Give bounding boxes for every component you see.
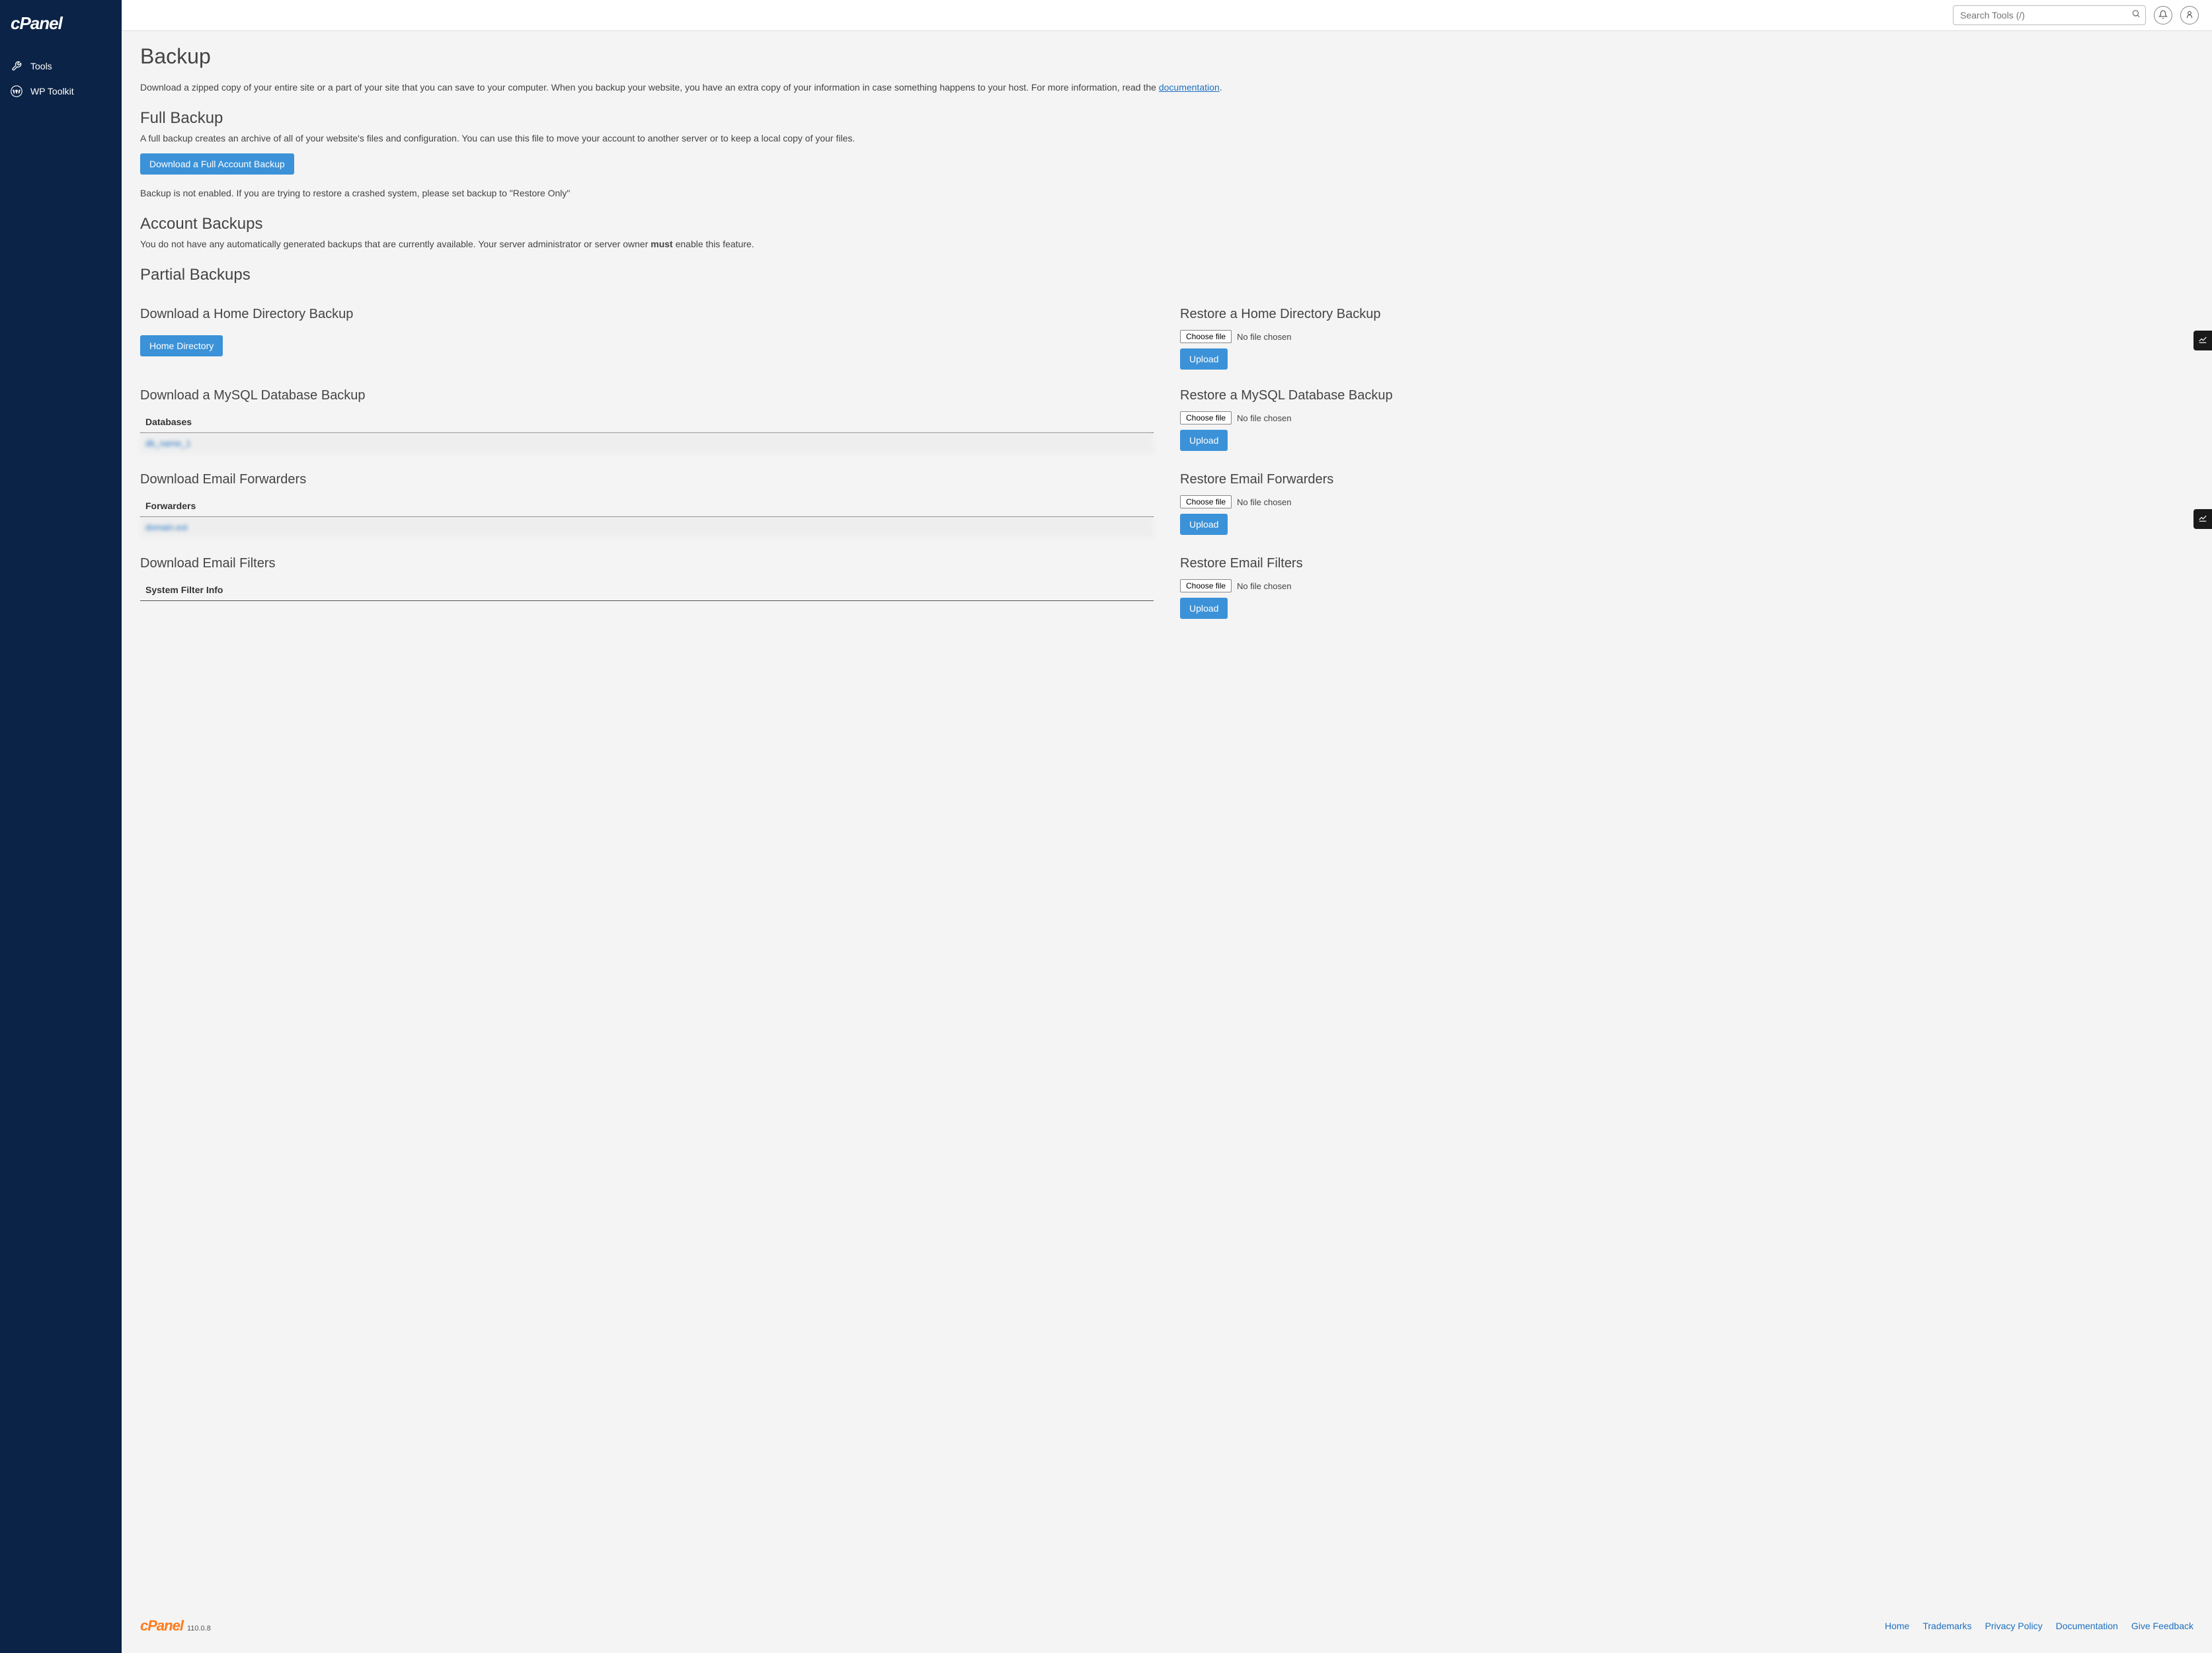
tools-icon [11, 60, 22, 72]
account-backups-heading: Account Backups [140, 215, 2193, 233]
version-label: 110.0.8 [187, 1625, 211, 1633]
sidebar-item-wptoolkit[interactable]: WP Toolkit [0, 79, 122, 104]
notifications-button[interactable] [2154, 6, 2172, 24]
forwarders-header: Forwarders [140, 495, 1154, 517]
footer-link-home[interactable]: Home [1885, 1621, 1909, 1631]
account-backups-desc: You do not have any automatically genera… [140, 237, 2193, 251]
intro-text: Download a zipped copy of your entire si… [140, 81, 2193, 95]
account-button[interactable] [2180, 6, 2199, 24]
footer-logo: cPanel 110.0.8 [140, 1617, 211, 1634]
footer-link-feedback[interactable]: Give Feedback [2131, 1621, 2193, 1631]
sidebar-item-tools[interactable]: Tools [0, 54, 122, 79]
filters-header: System Filter Info [140, 579, 1154, 601]
footer-link-privacy[interactable]: Privacy Policy [1985, 1621, 2043, 1631]
home-directory-button[interactable]: Home Directory [140, 335, 223, 356]
download-filters-heading: Download Email Filters [140, 556, 1154, 571]
sidebar-item-label: Tools [30, 61, 52, 71]
forwarder-row[interactable]: domain.ext [140, 517, 1154, 538]
search-icon[interactable] [2131, 9, 2141, 22]
upload-button[interactable]: Upload [1180, 348, 1228, 370]
database-row[interactable]: db_name_1 [140, 433, 1154, 454]
download-full-backup-button[interactable]: Download a Full Account Backup [140, 153, 294, 175]
no-file-label: No file chosen [1237, 581, 1291, 591]
choose-file-button[interactable]: Choose file [1180, 579, 1232, 592]
restore-mysql-heading: Restore a MySQL Database Backup [1180, 388, 2193, 403]
sidebar-item-label: WP Toolkit [30, 86, 74, 97]
footer: cPanel 110.0.8 Home Trademarks Privacy P… [122, 1605, 2212, 1653]
search-input[interactable] [1953, 5, 2146, 25]
sidebar: cPanel Tools WP Toolkit [0, 0, 122, 1653]
upload-button[interactable]: Upload [1180, 598, 1228, 619]
restore-forwarders-heading: Restore Email Forwarders [1180, 472, 2193, 487]
cpanel-logo: cPanel [0, 0, 122, 47]
restore-home-heading: Restore a Home Directory Backup [1180, 307, 2193, 322]
no-file-label: No file chosen [1237, 413, 1291, 423]
file-input-row: Choose file No file chosen [1180, 411, 2193, 424]
chart-icon [2198, 335, 2207, 347]
file-input-row: Choose file No file chosen [1180, 330, 2193, 343]
download-home-heading: Download a Home Directory Backup [140, 307, 1154, 322]
top-header [122, 0, 2212, 31]
documentation-link[interactable]: documentation [1159, 82, 1220, 93]
choose-file-button[interactable]: Choose file [1180, 411, 1232, 424]
no-file-label: No file chosen [1237, 497, 1291, 507]
choose-file-button[interactable]: Choose file [1180, 495, 1232, 508]
bell-icon [2158, 10, 2168, 21]
download-forwarders-heading: Download Email Forwarders [140, 472, 1154, 487]
footer-link-trademarks[interactable]: Trademarks [1922, 1621, 1971, 1631]
choose-file-button[interactable]: Choose file [1180, 330, 1232, 343]
wordpress-icon [11, 85, 22, 97]
search-box [1953, 5, 2146, 25]
footer-link-documentation[interactable]: Documentation [2056, 1621, 2118, 1631]
databases-header: Databases [140, 411, 1154, 433]
full-backup-desc: A full backup creates an archive of all … [140, 132, 2193, 145]
restore-filters-heading: Restore Email Filters [1180, 556, 2193, 571]
no-file-label: No file chosen [1237, 332, 1291, 342]
sidebar-nav: Tools WP Toolkit [0, 47, 122, 104]
stats-tab-2[interactable] [2193, 509, 2212, 529]
upload-button[interactable]: Upload [1180, 514, 1228, 535]
download-mysql-heading: Download a MySQL Database Backup [140, 388, 1154, 403]
page-content: Backup Download a zipped copy of your en… [122, 31, 2212, 1605]
stats-tab[interactable] [2193, 331, 2212, 350]
footer-links: Home Trademarks Privacy Policy Documenta… [1885, 1621, 2193, 1631]
file-input-row: Choose file No file chosen [1180, 495, 2193, 508]
backup-disabled-note: Backup is not enabled. If you are trying… [140, 186, 2193, 200]
partial-backups-heading: Partial Backups [140, 266, 2193, 284]
file-input-row: Choose file No file chosen [1180, 579, 2193, 592]
chart-icon [2198, 513, 2207, 526]
page-title: Backup [140, 44, 2193, 69]
upload-button[interactable]: Upload [1180, 430, 1228, 451]
user-icon [2185, 10, 2194, 21]
full-backup-heading: Full Backup [140, 109, 2193, 128]
